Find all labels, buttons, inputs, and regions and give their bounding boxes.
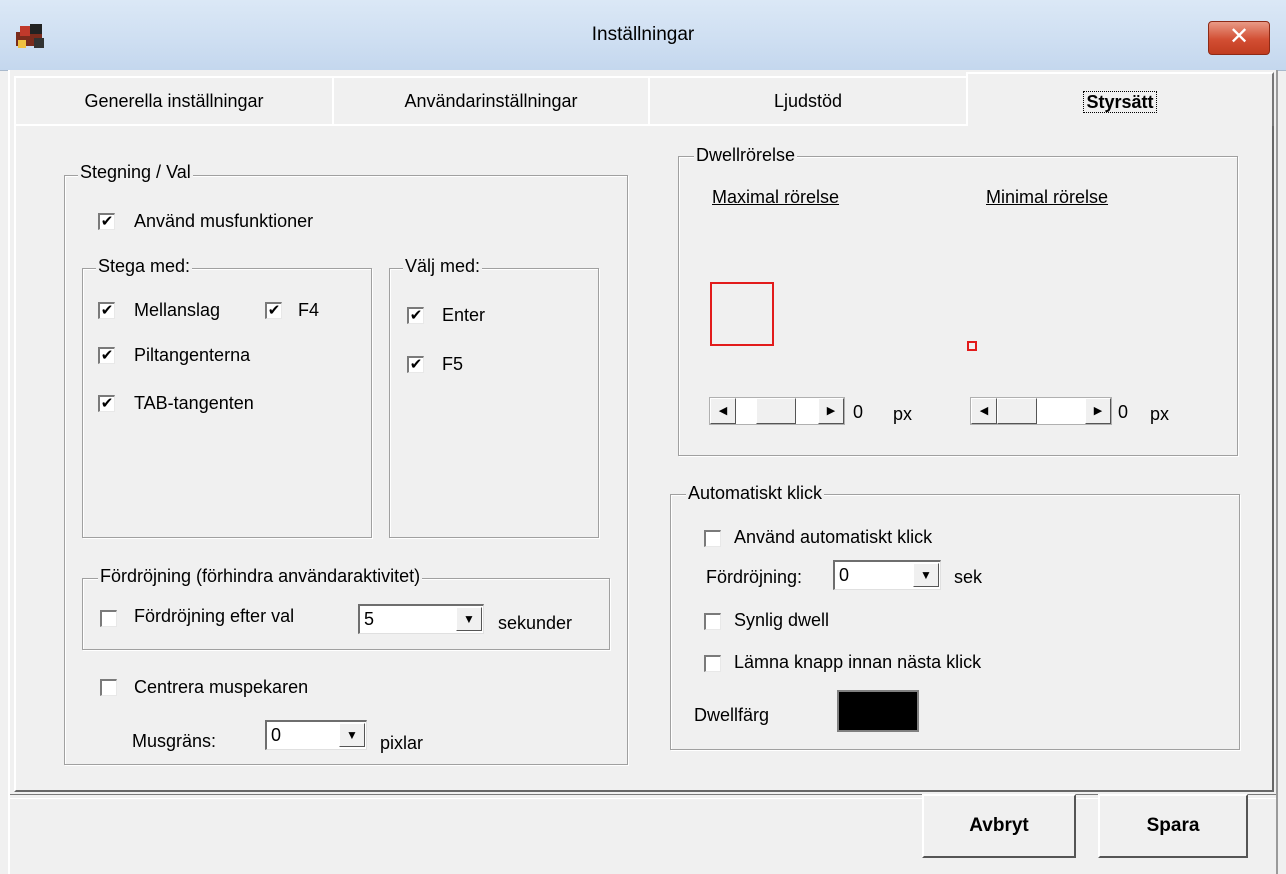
check-icon: ✔: [267, 302, 281, 319]
cancel-label: Avbryt: [969, 815, 1029, 836]
select-value: 0: [271, 725, 282, 745]
select-value: 5: [364, 609, 375, 629]
max-rorelse-label: Maximal rörelse: [712, 187, 840, 207]
checkbox-label: Mellanslag: [134, 300, 221, 320]
group-legend: Automatiskt klick: [686, 483, 825, 504]
max-rorelse-slider[interactable]: ◀ ▶: [709, 397, 845, 425]
cancel-button[interactable]: Avbryt: [922, 794, 1076, 858]
musgrans-label: Musgräns:: [132, 731, 217, 751]
checkbox-auto-click[interactable]: [704, 530, 721, 547]
unit-label: sekunder: [498, 613, 573, 633]
checkbox-label: F4: [298, 300, 320, 320]
check-icon: ✔: [100, 213, 114, 230]
close-icon: ✕: [1228, 23, 1250, 50]
scroll-right-icon[interactable]: ▶: [818, 398, 844, 424]
group-legend: Stega med:: [96, 256, 193, 277]
check-icon: ✔: [100, 395, 114, 412]
min-unit: px: [1150, 404, 1170, 424]
tab-label: Styrsätt: [1083, 91, 1157, 113]
checkbox-piltangenterna[interactable]: ✔: [98, 347, 115, 364]
min-rorelse-slider[interactable]: ◀ ▶: [970, 397, 1112, 425]
checkbox-label: Enter: [442, 305, 486, 325]
group-legend: Välj med:: [403, 256, 483, 277]
group-legend: Dwellrörelse: [694, 145, 798, 166]
dwell-color-swatch[interactable]: [837, 690, 919, 732]
tab-label: Generella inställningar: [84, 91, 264, 111]
checkbox-label: Använd automatiskt klick: [734, 527, 933, 547]
fordrojning-select[interactable]: 5 ▼: [358, 604, 484, 634]
checkbox-label: Synlig dwell: [734, 610, 830, 630]
checkbox-enter[interactable]: ✔: [407, 307, 424, 324]
checkbox-centrera[interactable]: [100, 679, 117, 696]
tab-label: Användarinställningar: [404, 91, 578, 111]
save-label: Spara: [1146, 815, 1200, 836]
min-rorelse-label: Minimal rörelse: [986, 187, 1109, 207]
check-icon: ✔: [100, 302, 114, 319]
max-dwell-preview: [710, 282, 774, 346]
slider-track[interactable]: [796, 398, 818, 424]
delay-unit: sek: [954, 567, 983, 587]
slider-track[interactable]: [1037, 398, 1085, 424]
min-dwell-preview: [967, 341, 977, 351]
check-icon: ✔: [409, 356, 423, 373]
max-value: 0: [853, 402, 864, 422]
scroll-left-icon[interactable]: ◀: [710, 398, 736, 424]
checkbox-use-mouse[interactable]: ✔: [98, 213, 115, 230]
slider-thumb[interactable]: [997, 398, 1037, 424]
slider-thumb[interactable]: [756, 398, 796, 424]
musgrans-select[interactable]: 0 ▼: [265, 720, 367, 750]
checkbox-label: Använd musfunktioner: [134, 211, 314, 231]
checkbox-label: Lämna knapp innan nästa klick: [734, 652, 982, 672]
tab-generella[interactable]: Generella inställningar: [14, 76, 334, 124]
tab-anvandare[interactable]: Användarinställningar: [332, 76, 650, 124]
chevron-down-icon[interactable]: ▼: [456, 607, 482, 631]
checkbox-f5[interactable]: ✔: [407, 356, 424, 373]
close-button[interactable]: ✕: [1208, 21, 1270, 55]
delay-label: Fördröjning:: [706, 567, 803, 587]
group-legend: Fördröjning (förhindra användaraktivitet…: [98, 566, 423, 587]
chevron-down-icon[interactable]: ▼: [339, 723, 365, 747]
tab-label: Ljudstöd: [773, 91, 843, 111]
select-value: 0: [839, 565, 850, 585]
checkbox-label: F5: [442, 354, 464, 374]
checkbox-label: Fördröjning efter val: [134, 606, 295, 626]
min-value: 0: [1118, 402, 1129, 422]
checkbox-label: Piltangenterna: [134, 345, 251, 365]
scroll-left-icon[interactable]: ◀: [971, 398, 997, 424]
max-unit: px: [893, 404, 913, 424]
check-icon: ✔: [409, 307, 423, 324]
checkbox-lamna-knapp[interactable]: [704, 655, 721, 672]
auto-click-delay-select[interactable]: 0 ▼: [833, 560, 941, 590]
tab-styrsatt[interactable]: Styrsätt: [966, 72, 1274, 126]
chevron-down-icon[interactable]: ▼: [913, 563, 939, 587]
checkbox-f4[interactable]: ✔: [265, 302, 282, 319]
window-title: Inställningar: [591, 24, 695, 45]
checkbox-label: TAB-tangenten: [134, 393, 254, 413]
checkbox-label: Centrera muspekaren: [134, 677, 309, 697]
tab-ljudstod[interactable]: Ljudstöd: [648, 76, 968, 124]
checkbox-synlig-dwell[interactable]: [704, 613, 721, 630]
checkbox-fordrojning-efter-val[interactable]: [100, 610, 117, 627]
save-button[interactable]: Spara: [1098, 794, 1248, 858]
scroll-right-icon[interactable]: ▶: [1085, 398, 1111, 424]
group-legend: Stegning / Val: [78, 162, 193, 183]
slider-track[interactable]: [736, 398, 756, 424]
footer-divider: [10, 794, 1276, 799]
dwell-color-label: Dwellfärg: [694, 705, 770, 725]
checkbox-tab[interactable]: ✔: [98, 395, 115, 412]
checkbox-mellanslag[interactable]: ✔: [98, 302, 115, 319]
unit-label: pixlar: [380, 733, 424, 753]
check-icon: ✔: [100, 347, 114, 364]
